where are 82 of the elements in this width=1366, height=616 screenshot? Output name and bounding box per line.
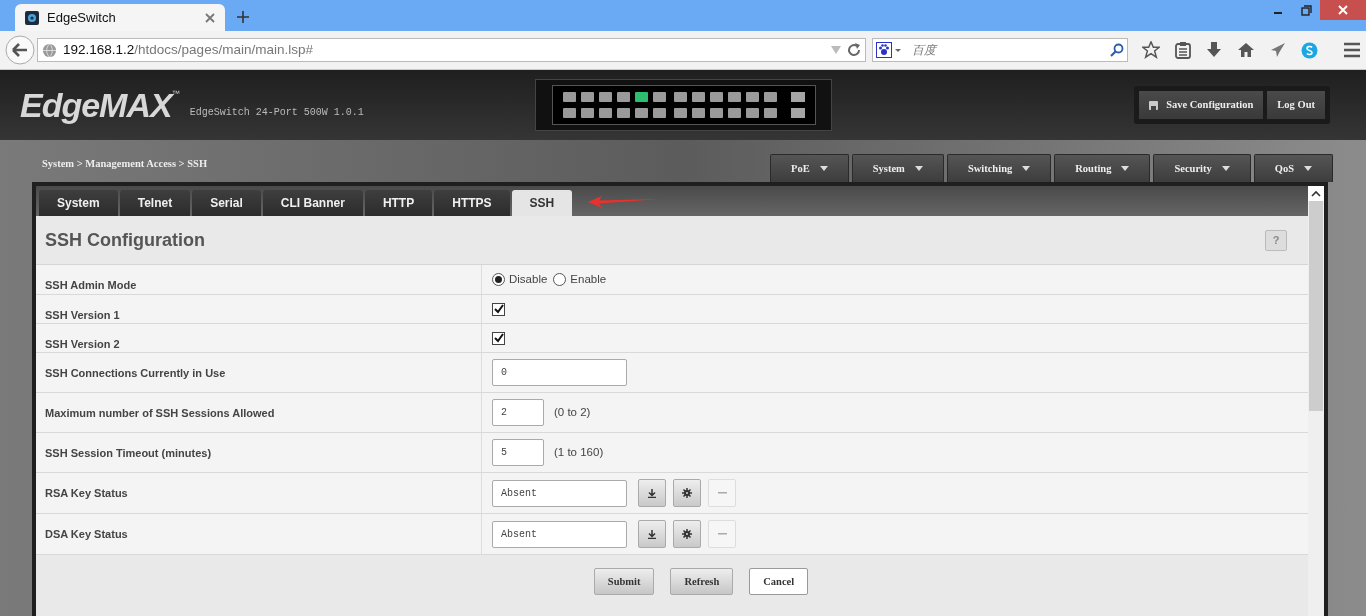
floppy-icon (1149, 100, 1159, 110)
generate-key-button[interactable] (673, 520, 701, 548)
key-status-field[interactable]: Absent (492, 520, 627, 548)
field-label: Maximum number of SSH Sessions Allowed (45, 407, 275, 419)
address-bar[interactable]: 192.168.1.2/htdocs/pages/main/main.lsp# (37, 38, 867, 62)
tab[interactable]: Serial (192, 190, 261, 216)
caret-icon (1022, 166, 1031, 171)
caret-icon (1121, 166, 1130, 171)
field-label: SSH Session Timeout (minutes) (45, 447, 212, 459)
generate-key-button[interactable] (673, 479, 701, 507)
section-title: SSH Configuration (45, 228, 205, 252)
action-button[interactable]: Submit (593, 568, 655, 595)
tab-title: EdgeSwitch (47, 8, 117, 27)
globe-icon (42, 42, 57, 58)
clipboard-icon[interactable] (1175, 41, 1191, 59)
number-field[interactable]: 5 (492, 439, 544, 466)
minus-icon (717, 492, 727, 494)
search-field[interactable]: 百度 (872, 38, 1128, 62)
new-tab-icon[interactable] (237, 11, 249, 23)
download-icon (648, 529, 656, 539)
field-label: SSH Admin Mode (45, 279, 137, 291)
gear-icon (682, 488, 692, 498)
field-label: SSH Version 1 (45, 309, 120, 321)
scroll-up-icon[interactable] (1308, 186, 1324, 201)
tab[interactable]: System (39, 190, 118, 216)
reload-icon[interactable] (847, 43, 862, 57)
favicon-icon (25, 10, 39, 25)
tab[interactable]: CLI Banner (262, 190, 363, 216)
tab[interactable]: SSH (511, 190, 573, 216)
caret-icon (1221, 166, 1230, 171)
tab[interactable]: HTTP (364, 190, 433, 216)
back-icon[interactable] (5, 35, 35, 65)
range-hint: (1 to 160) (554, 444, 604, 460)
action-button[interactable]: Refresh (670, 568, 734, 595)
tab[interactable]: HTTPS (434, 190, 510, 216)
field-label: DSA Key Status (45, 528, 128, 540)
home-icon[interactable] (1237, 42, 1255, 58)
scrollbar[interactable] (1308, 186, 1324, 616)
menu-button[interactable]: System (851, 154, 944, 182)
paper-plane-icon[interactable] (1270, 42, 1286, 58)
breadcrumb: System > Management Access > SSH (42, 157, 208, 171)
checkbox[interactable] (492, 302, 505, 316)
radio-option[interactable]: Enable (553, 270, 607, 289)
search-placeholder: 百度 (912, 42, 939, 59)
close-tab-icon[interactable] (205, 12, 215, 23)
caret-icon (914, 166, 923, 171)
logo-text: EdgeMAX (20, 88, 172, 122)
field-label: RSA Key Status (45, 487, 128, 499)
model-text: EdgeSwitch 24-Port 500W 1.0.1 (189, 106, 364, 120)
close-window-icon[interactable] (1320, 0, 1366, 20)
text-field[interactable]: 0 (492, 359, 627, 386)
radio-option[interactable]: Disable (492, 270, 548, 289)
menu-icon[interactable] (1343, 42, 1361, 58)
url-text: 192.168.1.2/htdocs/pages/main/main.lsp# (63, 40, 314, 59)
caret-icon (1304, 166, 1312, 171)
gear-icon (682, 529, 692, 539)
range-hint: (0 to 2) (554, 404, 591, 420)
download-key-button[interactable] (638, 479, 666, 507)
minus-icon (717, 533, 727, 535)
checkbox[interactable] (492, 331, 505, 345)
log-out-button[interactable]: Log Out (1267, 91, 1325, 119)
menu-button[interactable]: Security (1153, 154, 1251, 182)
menu-button[interactable]: PoE (770, 154, 849, 182)
browser-tab[interactable]: EdgeSwitch (15, 4, 225, 31)
menu-button[interactable]: QoS (1253, 154, 1333, 182)
download-key-button[interactable] (638, 520, 666, 548)
paw-icon[interactable] (876, 42, 903, 58)
cancel-button[interactable]: Cancel (749, 568, 809, 595)
tab[interactable]: Telnet (119, 190, 191, 216)
download-icon (648, 488, 656, 498)
key-status-field[interactable]: Absent (492, 479, 627, 507)
menu-button[interactable]: Switching (946, 154, 1052, 182)
number-field[interactable]: 2 (492, 399, 544, 426)
menu-button[interactable]: Routing (1054, 154, 1151, 182)
chat-app-icon[interactable] (1301, 41, 1318, 59)
download-icon[interactable] (1206, 41, 1222, 59)
field-label: SSH Version 2 (45, 338, 120, 350)
caret-icon (819, 166, 828, 171)
field-label: SSH Connections Currently in Use (45, 367, 226, 379)
star-icon[interactable] (1142, 41, 1160, 59)
search-icon[interactable] (1110, 43, 1124, 57)
save-configuration-button[interactable]: Save Configuration (1139, 91, 1264, 119)
